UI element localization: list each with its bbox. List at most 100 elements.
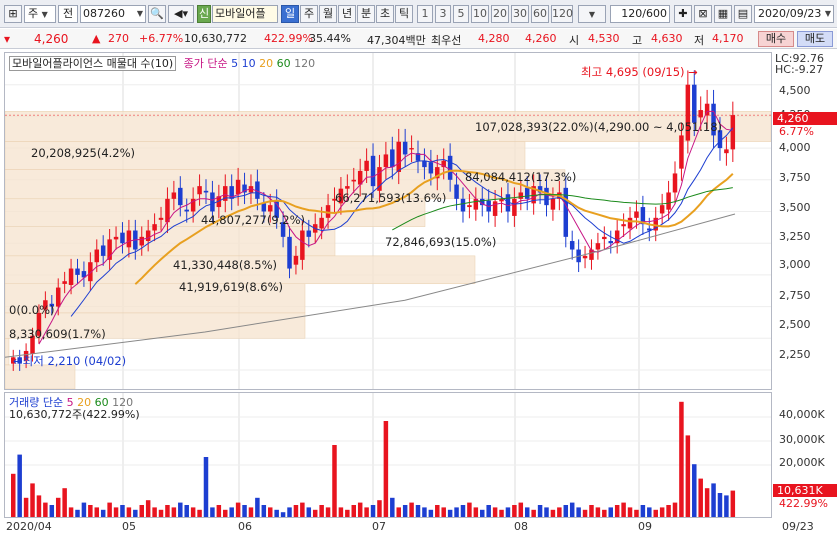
candle-body — [267, 205, 273, 212]
legend-ma-list: 5 10 20 60 120 — [231, 57, 315, 70]
period-tabs: 일주월년분초틱 — [281, 0, 421, 28]
volume-bar — [184, 505, 189, 517]
volume-profile-label: 66,271,593(13.6%) — [335, 191, 446, 205]
volume-bar — [634, 509, 639, 517]
current-price: 4,260 — [34, 32, 69, 46]
search-icon[interactable]: 🔍 — [148, 5, 166, 23]
candle-body — [62, 281, 67, 284]
volume-bar — [704, 488, 710, 517]
period-tab-6[interactable]: 틱 — [395, 5, 413, 23]
volume-bar — [190, 507, 196, 517]
interval-tab-20[interactable]: 20 — [491, 5, 509, 23]
period-tab-4[interactable]: 분 — [357, 5, 375, 23]
volume-profile-label: 8,330,609(1.7%) — [9, 327, 106, 341]
period-tab-5[interactable]: 초 — [376, 5, 394, 23]
high-marker: 최고 4,695 (09/15) → — [581, 65, 698, 79]
speaker-icon[interactable]: ◀▾ — [168, 5, 194, 23]
candle-body — [94, 249, 100, 263]
interval-tab-30[interactable]: 30 — [511, 5, 529, 23]
volume-bar — [49, 505, 55, 517]
volume-profile-label: 41,919,619(8.6%) — [179, 280, 283, 294]
high-label: 고 — [632, 34, 643, 47]
type-select[interactable]: 주 ▼ — [24, 5, 56, 23]
volume-bar — [576, 507, 581, 517]
chart-settings-icon[interactable]: ⊞ — [4, 5, 22, 23]
candle-body — [55, 287, 61, 307]
volume-bar — [441, 507, 446, 517]
volume-bar — [274, 509, 279, 517]
candle-body — [595, 243, 601, 250]
volume-bar — [659, 507, 665, 517]
candle-body — [184, 209, 189, 212]
market-select[interactable]: 전 — [58, 5, 78, 23]
volume-bar — [312, 509, 318, 517]
interval-tab-3[interactable]: 3 — [435, 5, 451, 23]
candle-body — [679, 135, 684, 169]
volume-bar — [524, 507, 530, 517]
interval-tab-1[interactable]: 1 — [417, 5, 433, 23]
candle-body — [203, 190, 209, 193]
volume-bar — [653, 509, 658, 517]
candle-body — [300, 230, 305, 260]
price-chart[interactable]: 107,028,393(22.0%)(4,290.00 ~ 4,051.18) 2… — [4, 52, 772, 390]
volume-profile-label: 107,028,393(22.0%)(4,290.00 ~ 4,051.18) — [475, 120, 722, 134]
x-tick: 05 — [122, 520, 136, 533]
legend-ma-120: 120 — [294, 57, 316, 70]
interval-tab-10[interactable]: 10 — [471, 5, 489, 23]
volume-bar — [711, 483, 716, 517]
candle-body — [383, 154, 389, 168]
turnover: 35.44% — [309, 32, 351, 45]
sell-button[interactable]: 매도 — [797, 31, 833, 47]
volume-bar — [595, 507, 601, 517]
grid-icon[interactable]: ▦ — [714, 5, 732, 23]
interval-tab-120[interactable]: 120 — [551, 5, 573, 23]
x-tick: 09/23 — [782, 520, 814, 533]
y-tick: 4,000 — [779, 141, 811, 154]
buy-button[interactable]: 매수 — [758, 31, 794, 47]
interval-tab-60[interactable]: 60 — [531, 5, 549, 23]
zoom-icon[interactable]: ✚ — [674, 5, 692, 23]
volume-bar — [460, 505, 466, 517]
candle-body — [126, 230, 132, 248]
x-tick: 2020/04 — [6, 520, 52, 533]
volume-bar — [531, 509, 536, 517]
volume-bar — [94, 507, 100, 517]
volume-chart[interactable]: 거래량 단순 5 20 60 120 10,630,772주(422.99%) — [4, 392, 772, 518]
candle-body — [197, 186, 202, 195]
period-tab-1[interactable]: 주 — [300, 5, 318, 23]
volume-bar — [36, 495, 42, 517]
volume-bar — [692, 464, 697, 517]
count-display[interactable]: 120/600 — [610, 5, 670, 23]
volume-bar — [402, 505, 408, 517]
volume-bar — [319, 505, 324, 517]
volume-bar — [210, 507, 215, 517]
volume-tag: 10,631K — [773, 484, 837, 497]
calendar-icon[interactable]: ▤ — [734, 5, 752, 23]
period-tab-0[interactable]: 일 — [281, 5, 299, 23]
candle-body — [698, 110, 703, 118]
volume-bar — [627, 507, 633, 517]
y-tick: 2,750 — [779, 289, 811, 302]
period-tab-2[interactable]: 월 — [319, 5, 337, 23]
change-rate: +6.77% — [139, 32, 184, 45]
candle-body — [544, 187, 549, 206]
date-input[interactable]: 2020/09/23 ▼ — [754, 5, 834, 23]
volume-bar — [261, 505, 267, 517]
volume-bar — [17, 454, 22, 517]
candle-body — [370, 155, 376, 187]
candle-body — [460, 198, 466, 212]
volume-bar — [557, 507, 562, 517]
interval-tabs: 1 3 5 10 20 30 60 120 — [417, 0, 577, 28]
stock-code-input[interactable]: 087260 ▼ — [80, 5, 146, 23]
compare-icon[interactable]: ⊠ — [694, 5, 712, 23]
candle-body — [261, 203, 267, 212]
y-tick: 3,000 — [779, 258, 811, 271]
volume-bar — [287, 507, 292, 517]
volume-bar — [499, 509, 504, 517]
interval-dropdown[interactable]: ▼ — [578, 5, 606, 23]
period-tab-3[interactable]: 년 — [338, 5, 356, 23]
candle-body — [402, 141, 408, 155]
volume-bar — [165, 505, 170, 517]
interval-tab-5[interactable]: 5 — [453, 5, 469, 23]
x-tick: 08 — [514, 520, 528, 533]
